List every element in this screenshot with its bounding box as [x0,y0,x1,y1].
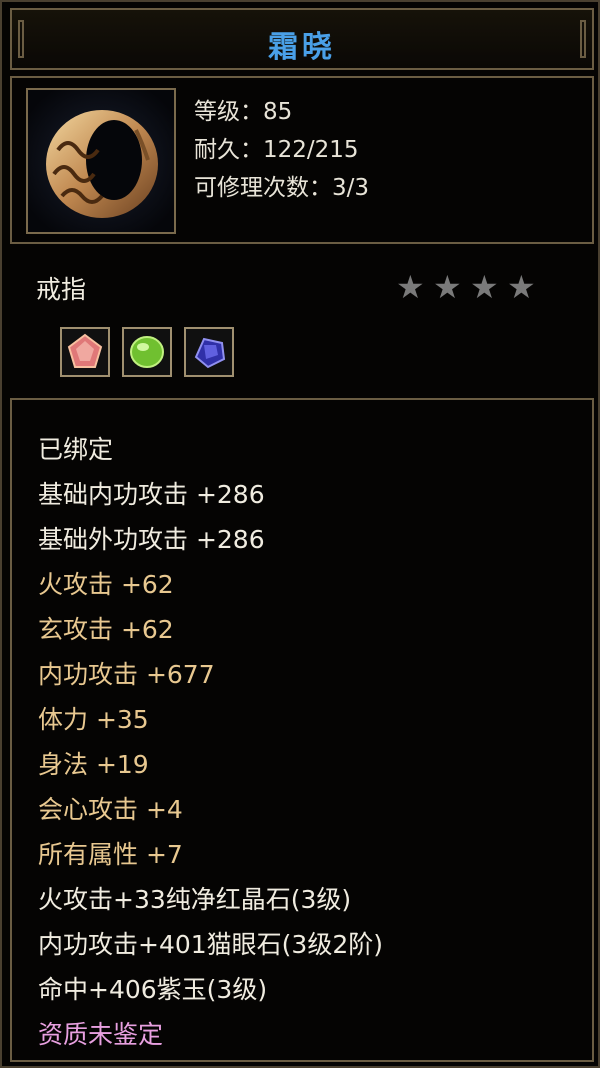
attr-line-bound: 已绑定 [38,435,114,464]
attr-line: 内功攻击 +677 [38,660,215,689]
star-icon: ★ [470,268,499,306]
attr-line: 会心攻击 +4 [38,795,183,824]
gem-slot-1[interactable] [60,327,110,377]
purple-gem-icon [194,337,226,369]
gem-attr-line: 火攻击+33纯净红晶石(3级) [38,885,352,914]
green-gem-icon [130,336,164,368]
gem-attr-line: 命中+406紫玉(3级) [38,975,268,1004]
attr-line: 体力 +35 [38,705,149,734]
item-info-panel: 等级：85 耐久：122/215 可修理次数：3/3 [10,76,594,244]
title-bar: 霜晓 [10,8,594,70]
attribute-panel: 已绑定 基础内功攻击 +286 基础外功攻击 +286 火攻击 +62 玄攻击 … [10,398,594,1062]
item-name: 霜晓 [268,30,336,65]
item-tooltip: 霜晓 等级：85 耐久：122/215 可修理次数：3/3 戒指 ★ ★ ★ ★… [0,0,600,1068]
attr-line: 基础内功攻击 +286 [38,480,265,509]
star-icon: ★ [433,268,462,306]
item-type: 戒指 [36,275,87,304]
star-icon: ★ [507,268,536,306]
attr-line: 玄攻击 +62 [38,615,174,644]
red-gem-icon [67,333,103,368]
attr-line: 火攻击 +62 [38,570,174,599]
gem-slot-2[interactable] [122,327,172,377]
item-icon-frame [26,88,176,234]
gem-attr-line: 内功攻击+401猫眼石(3级2阶) [38,930,383,959]
quality-status: 资质未鉴定 [38,1020,164,1049]
item-level: 等级：85 [194,99,293,125]
ring-icon [28,90,174,232]
attr-line: 身法 +19 [38,750,149,779]
attr-line: 基础外功攻击 +286 [38,525,265,554]
star-rating: ★ ★ ★ ★ [396,268,544,306]
gem-slot-3[interactable] [184,327,234,377]
star-icon: ★ [396,268,425,306]
attr-line: 所有属性 +7 [38,840,183,869]
item-durability: 耐久：122/215 [194,137,359,163]
item-repair-count: 可修理次数：3/3 [194,175,370,201]
